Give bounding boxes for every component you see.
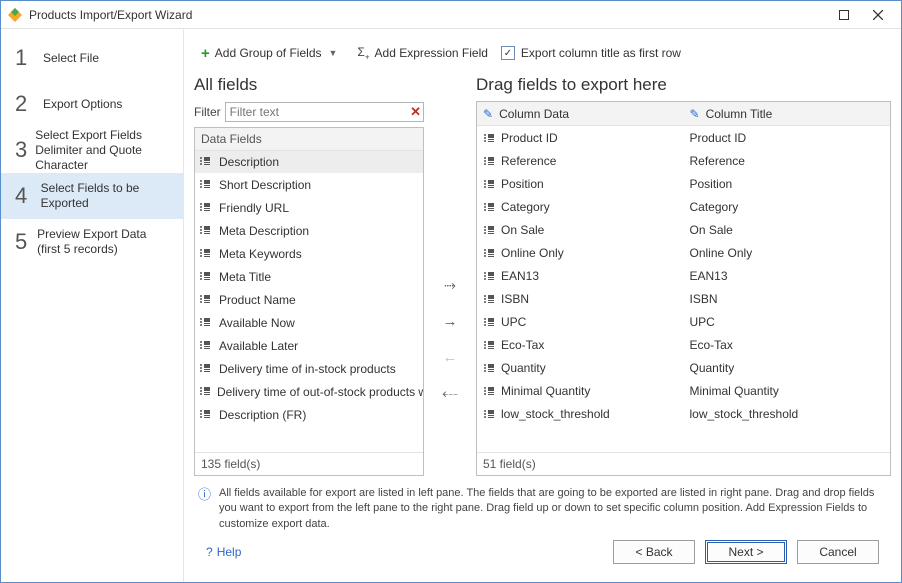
export-title-label: Export column title as first row	[521, 46, 681, 60]
all-fields-list[interactable]: Data Fields DescriptionShort Description…	[194, 127, 424, 476]
help-icon: ?	[206, 545, 213, 559]
transfer-buttons: ⤑ → ← ⤎	[432, 73, 468, 476]
export-row[interactable]: ReferenceReference	[477, 149, 890, 172]
close-button[interactable]	[861, 4, 895, 26]
export-row[interactable]: EAN13EAN13	[477, 264, 890, 287]
info-icon: ⓘ	[198, 486, 211, 532]
export-row[interactable]: low_stock_thresholdlow_stock_threshold	[477, 402, 890, 425]
pencil-icon: ✎	[690, 107, 700, 121]
field-item[interactable]: Delivery time of in-stock products	[195, 358, 423, 381]
drag-icon	[199, 362, 213, 376]
drag-icon	[199, 339, 213, 353]
export-header: ✎Column Data ✎Column Title	[477, 102, 890, 126]
group-header: Data Fields	[195, 128, 423, 151]
export-row[interactable]: On SaleOn Sale	[477, 218, 890, 241]
pencil-icon: ✎	[483, 107, 493, 121]
field-item[interactable]: Available Now	[195, 312, 423, 335]
drag-icon	[483, 270, 495, 282]
add-expression-button[interactable]: Σ+ Add Expression Field	[350, 42, 494, 64]
cancel-button[interactable]: Cancel	[797, 540, 879, 564]
field-item[interactable]: Description	[195, 151, 423, 174]
step-1[interactable]: 1Select File	[1, 35, 183, 81]
export-row[interactable]: PositionPosition	[477, 172, 890, 195]
info-text: All fields available for export are list…	[219, 486, 887, 532]
all-fields-heading: All fields	[194, 75, 424, 95]
field-item[interactable]: Description (FR)	[195, 404, 423, 427]
step-5[interactable]: 5Preview Export Data (first 5 records)	[1, 219, 183, 265]
steps-sidebar: 1Select File 2Export Options 3Select Exp…	[1, 29, 184, 582]
info-box: ⓘ All fields available for export are li…	[194, 486, 891, 532]
drag-icon	[199, 247, 213, 261]
app-icon	[7, 7, 23, 23]
add-group-button[interactable]: + Add Group of Fields ▼	[194, 43, 344, 64]
export-row[interactable]: Minimal QuantityMinimal Quantity	[477, 379, 890, 402]
export-row[interactable]: Product IDProduct ID	[477, 126, 890, 149]
window-title: Products Import/Export Wizard	[29, 8, 192, 22]
drag-icon	[483, 385, 495, 397]
export-fields-list[interactable]: ✎Column Data ✎Column Title Product IDPro…	[476, 101, 891, 476]
toolbar: + Add Group of Fields ▼ Σ+ Add Expressio…	[194, 37, 891, 69]
filter-input[interactable]	[225, 102, 424, 122]
next-button[interactable]: Next >	[705, 540, 787, 564]
field-item[interactable]: Meta Title	[195, 266, 423, 289]
field-item[interactable]: Short Description	[195, 174, 423, 197]
drag-icon	[483, 316, 495, 328]
drag-icon	[483, 293, 495, 305]
drag-icon	[199, 224, 213, 238]
field-item[interactable]: Meta Description	[195, 220, 423, 243]
export-row[interactable]: UPCUPC	[477, 310, 890, 333]
drag-icon	[483, 408, 495, 420]
export-row[interactable]: Online OnlyOnline Only	[477, 241, 890, 264]
drag-icon	[483, 155, 495, 167]
maximize-button[interactable]	[827, 4, 861, 26]
drag-icon	[483, 178, 495, 190]
filter-label: Filter	[194, 105, 221, 119]
drag-icon	[199, 270, 213, 284]
step-4[interactable]: 4Select Fields to be Exported	[1, 173, 183, 219]
export-row[interactable]: ISBNISBN	[477, 287, 890, 310]
titlebar: Products Import/Export Wizard	[1, 1, 901, 29]
chevron-down-icon: ▼	[329, 48, 338, 58]
export-row[interactable]: QuantityQuantity	[477, 356, 890, 379]
drag-icon	[483, 247, 495, 259]
wizard-window: Products Import/Export Wizard 1Select Fi…	[0, 0, 902, 583]
drag-icon	[199, 316, 213, 330]
export-title-checkbox[interactable]: ✓	[501, 46, 515, 60]
field-item[interactable]: Delivery time of out-of-stock products w…	[195, 381, 423, 404]
export-fields-status: 51 field(s)	[477, 452, 890, 475]
export-row[interactable]: Eco-TaxEco-Tax	[477, 333, 890, 356]
step-2[interactable]: 2Export Options	[1, 81, 183, 127]
drag-icon	[483, 362, 495, 374]
export-row[interactable]: CategoryCategory	[477, 195, 890, 218]
export-fields-heading: Drag fields to export here	[476, 75, 891, 95]
all-fields-status: 135 field(s)	[195, 452, 423, 475]
field-item[interactable]: Product Name	[195, 289, 423, 312]
drag-icon	[199, 201, 213, 215]
drag-icon	[483, 132, 495, 144]
move-right-button[interactable]: →	[437, 310, 463, 332]
move-right-all-button[interactable]: ⤑	[437, 274, 463, 296]
drag-icon	[199, 385, 211, 399]
drag-icon	[483, 224, 495, 236]
drag-icon	[199, 155, 213, 169]
help-link[interactable]: ?Help	[206, 545, 241, 559]
drag-icon	[199, 178, 213, 192]
field-item[interactable]: Available Later	[195, 335, 423, 358]
plus-icon: +	[201, 46, 210, 61]
clear-filter-icon[interactable]: ✕	[410, 104, 421, 120]
field-item[interactable]: Friendly URL	[195, 197, 423, 220]
back-button[interactable]: < Back	[613, 540, 695, 564]
sigma-plus-icon: Σ+	[357, 45, 369, 61]
field-item[interactable]: Meta Keywords	[195, 243, 423, 266]
step-3[interactable]: 3Select Export Fields Delimiter and Quot…	[1, 127, 183, 173]
drag-icon	[483, 201, 495, 213]
drag-icon	[199, 408, 213, 422]
move-left-all-button[interactable]: ⤎	[437, 382, 463, 404]
move-left-button[interactable]: ←	[437, 346, 463, 368]
drag-icon	[483, 339, 495, 351]
drag-icon	[199, 293, 213, 307]
